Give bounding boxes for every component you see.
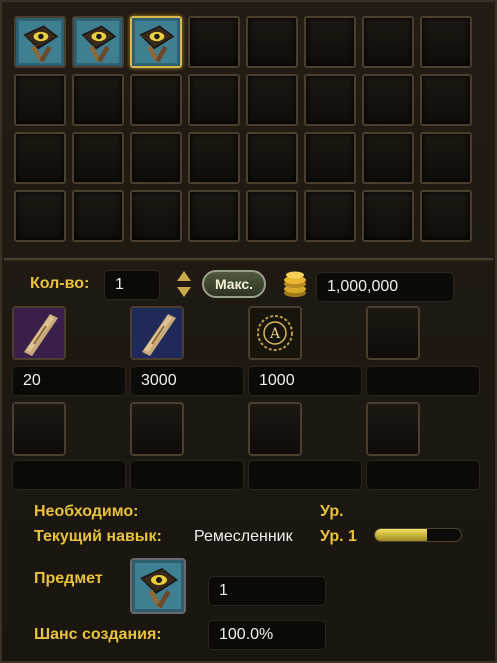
current-skill-label: Текущий навык:: [34, 528, 162, 545]
section-divider: [4, 258, 493, 261]
inventory-slot[interactable]: [362, 74, 414, 126]
inventory-slot[interactable]: [420, 74, 472, 126]
inventory-slot[interactable]: [246, 74, 298, 126]
inventory-slot[interactable]: [130, 16, 182, 68]
inventory-slot[interactable]: [14, 74, 66, 126]
skill-progress-fill: [375, 529, 427, 541]
inventory-slot[interactable]: [130, 132, 182, 184]
inventory-slot[interactable]: [362, 190, 414, 242]
material-slot[interactable]: [366, 402, 420, 456]
material-count-field: [366, 366, 480, 396]
inventory-slot[interactable]: [246, 190, 298, 242]
cost-field: 1,000,000: [316, 272, 454, 302]
inventory-slot[interactable]: [304, 190, 356, 242]
material-count-field: [248, 460, 362, 490]
inventory-slot[interactable]: [246, 132, 298, 184]
inventory-slot[interactable]: [14, 16, 66, 68]
inventory-slot[interactable]: [304, 16, 356, 68]
chance-field: 100.0%: [208, 620, 326, 650]
recipe-book-icon: [16, 18, 64, 66]
max-button[interactable]: Макс.: [202, 270, 266, 298]
quantity-stepper[interactable]: [176, 268, 192, 300]
inventory-slot[interactable]: [72, 16, 124, 68]
inventory-slot[interactable]: [188, 74, 240, 126]
svg-text:A: A: [269, 326, 281, 342]
inventory-slot[interactable]: [188, 16, 240, 68]
inventory-slot[interactable]: [420, 132, 472, 184]
material-count-field: 3000: [130, 366, 244, 396]
inventory-slot[interactable]: [72, 132, 124, 184]
gold-coins-icon: [282, 268, 308, 298]
skill-progress-bar: [374, 528, 462, 542]
required-label: Необходимо:: [34, 503, 139, 520]
inventory-slot[interactable]: [420, 190, 472, 242]
material-slot[interactable]: [12, 402, 66, 456]
skill-name: Ремесленник: [194, 528, 293, 545]
stepper-arrows-icon[interactable]: [176, 268, 192, 300]
recipe-book-icon: [132, 560, 184, 612]
scroll-blue-icon: [132, 308, 182, 358]
inventory-slot[interactable]: [72, 190, 124, 242]
material-count-field: 1000: [248, 366, 362, 396]
inventory-slot[interactable]: [14, 132, 66, 184]
scroll-purple-icon: [14, 308, 64, 358]
material-slot[interactable]: [130, 402, 184, 456]
recipe-book-icon: [74, 18, 122, 66]
inventory-slot[interactable]: [362, 132, 414, 184]
inventory-slot[interactable]: [130, 74, 182, 126]
rune-seal-icon: A: [250, 308, 300, 358]
chance-label: Шанс создания:: [34, 626, 162, 643]
required-level-label: Ур.: [320, 503, 344, 520]
inventory-slot[interactable]: [420, 16, 472, 68]
material-count-field: [366, 460, 480, 490]
quantity-label: Кол-во:: [30, 275, 90, 292]
inventory-slot[interactable]: [304, 74, 356, 126]
inventory-slot[interactable]: [14, 190, 66, 242]
inventory-slot[interactable]: [130, 190, 182, 242]
item-label: Предмет: [34, 570, 103, 587]
inventory-slot[interactable]: [246, 16, 298, 68]
material-slot[interactable]: A: [248, 306, 302, 360]
material-slot[interactable]: [130, 306, 184, 360]
material-count-field: [12, 460, 126, 490]
inventory-grid: [14, 16, 484, 242]
inventory-slot[interactable]: [188, 190, 240, 242]
material-count-field: [130, 460, 244, 490]
inventory-slot[interactable]: [304, 132, 356, 184]
result-count-field: 1: [208, 576, 326, 606]
recipe-book-icon: [132, 18, 180, 66]
inventory-slot[interactable]: [188, 132, 240, 184]
material-slot[interactable]: [248, 402, 302, 456]
quantity-input[interactable]: 1: [104, 270, 160, 300]
inventory-slot[interactable]: [72, 74, 124, 126]
material-count-field: 20: [12, 366, 126, 396]
result-item-slot[interactable]: [130, 558, 186, 614]
material-slot[interactable]: [12, 306, 66, 360]
skill-level: Ур. 1: [320, 528, 357, 545]
material-slot[interactable]: [366, 306, 420, 360]
inventory-slot[interactable]: [362, 16, 414, 68]
